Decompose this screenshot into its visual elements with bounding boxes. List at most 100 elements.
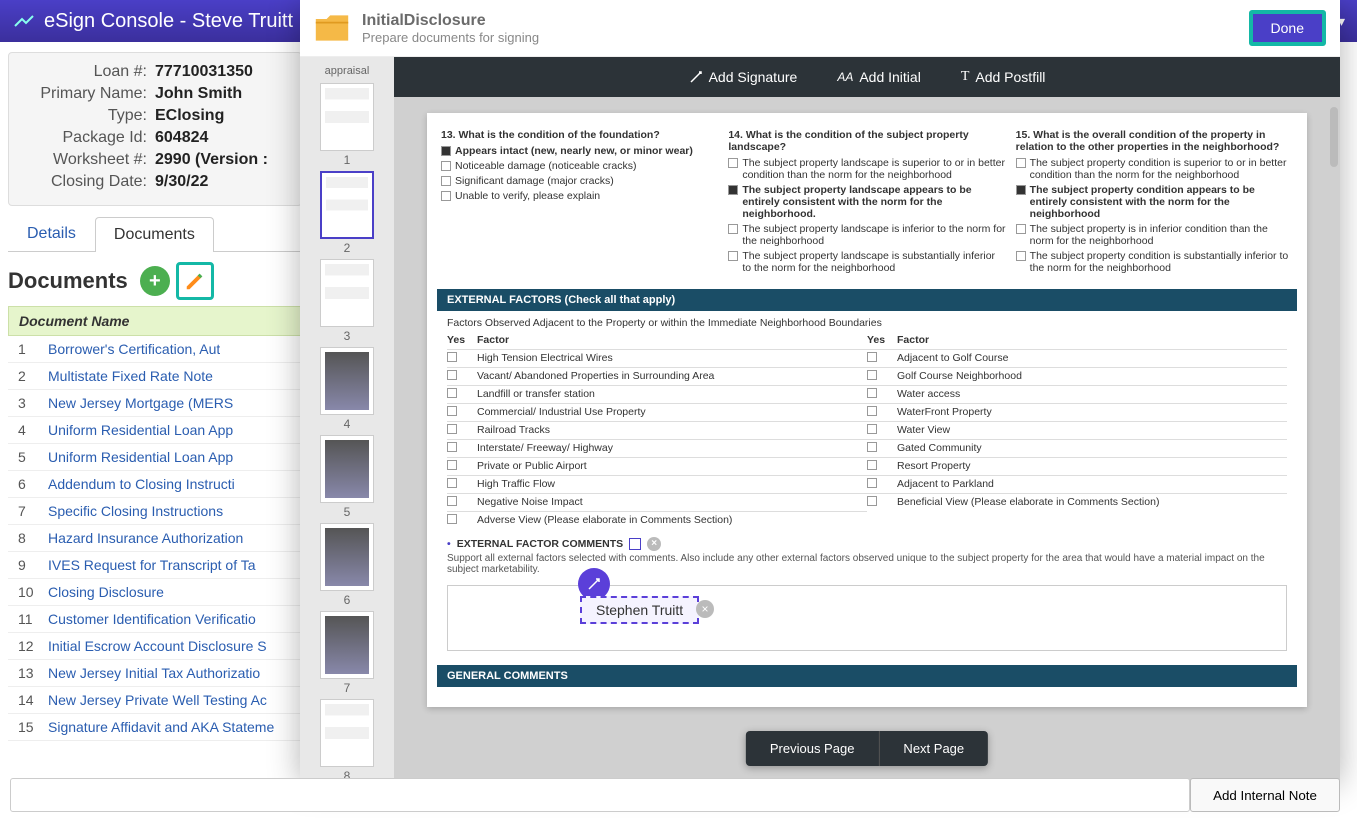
checkbox-icon[interactable] — [447, 478, 457, 488]
next-page-button[interactable]: Next Page — [879, 731, 988, 766]
signature-drop-area[interactable]: Stephen Truitt × — [447, 585, 1287, 651]
document-row[interactable]: 10Closing Disclosure — [8, 579, 302, 606]
checkbox-icon[interactable] — [447, 370, 457, 380]
signature-field[interactable]: Stephen Truitt — [580, 596, 699, 624]
checkbox-icon[interactable] — [867, 370, 877, 380]
question-option[interactable]: Appears intact (new, nearly new, or mino… — [441, 145, 718, 157]
document-link[interactable]: Specific Closing Instructions — [48, 503, 223, 519]
page-thumb[interactable] — [320, 523, 374, 591]
question-option[interactable]: Noticeable damage (noticeable cracks) — [441, 160, 718, 172]
checkbox-icon[interactable] — [867, 406, 877, 416]
document-link[interactable]: Initial Escrow Account Disclosure S — [48, 638, 267, 654]
document-row[interactable]: 8Hazard Insurance Authorization — [8, 525, 302, 552]
document-row[interactable]: 13New Jersey Initial Tax Authorizatio — [8, 660, 302, 687]
checkbox-icon[interactable] — [867, 352, 877, 362]
document-link[interactable]: Closing Disclosure — [48, 584, 164, 600]
checkbox-icon[interactable] — [728, 251, 738, 261]
checkbox-icon[interactable] — [867, 478, 877, 488]
checkbox-icon[interactable] — [447, 352, 457, 362]
document-row[interactable]: 5Uniform Residential Loan App — [8, 444, 302, 471]
document-link[interactable]: Uniform Residential Loan App — [48, 422, 233, 438]
question-option[interactable]: The subject property landscape is inferi… — [728, 223, 1005, 247]
checkbox-icon[interactable] — [728, 185, 738, 195]
checkbox-icon[interactable] — [867, 460, 877, 470]
internal-note-input[interactable] — [10, 778, 1190, 812]
checkbox-icon[interactable] — [728, 224, 738, 234]
document-row[interactable]: 11Customer Identification Verificatio — [8, 606, 302, 633]
checkbox-icon[interactable] — [441, 161, 451, 171]
checkbox-icon[interactable] — [867, 442, 877, 452]
previous-page-button[interactable]: Previous Page — [746, 731, 880, 766]
checkbox-icon[interactable] — [867, 424, 877, 434]
question-option[interactable]: The subject property condition is substa… — [1016, 250, 1293, 274]
comment-field-icon[interactable] — [629, 538, 641, 550]
edit-documents-button[interactable] — [176, 262, 214, 300]
checkbox-icon[interactable] — [728, 158, 738, 168]
document-row[interactable]: 6Addendum to Closing Instructi — [8, 471, 302, 498]
document-link[interactable]: Uniform Residential Loan App — [48, 449, 233, 465]
document-link[interactable]: New Jersey Private Well Testing Ac — [48, 692, 267, 708]
checkbox-icon[interactable] — [1016, 185, 1026, 195]
document-row[interactable]: 2Multistate Fixed Rate Note — [8, 363, 302, 390]
question-option[interactable]: The subject property landscape is substa… — [728, 250, 1005, 274]
scrollbar[interactable] — [1330, 107, 1338, 167]
question-option[interactable]: The subject property landscape appears t… — [728, 184, 1005, 220]
checkbox-icon[interactable] — [867, 496, 877, 506]
checkbox-icon[interactable] — [1016, 224, 1026, 234]
checkbox-icon[interactable] — [447, 496, 457, 506]
question-option[interactable]: The subject property condition is superi… — [1016, 157, 1293, 181]
page-canvas[interactable]: 13. What is the condition of the foundat… — [394, 97, 1340, 780]
page-thumb[interactable] — [320, 435, 374, 503]
checkbox-icon[interactable] — [447, 424, 457, 434]
document-link[interactable]: Customer Identification Verificatio — [48, 611, 256, 627]
document-link[interactable]: IVES Request for Transcript of Ta — [48, 557, 256, 573]
page-thumb[interactable] — [320, 611, 374, 679]
document-row[interactable]: 12Initial Escrow Account Disclosure S — [8, 633, 302, 660]
remove-signature-button[interactable]: × — [696, 600, 714, 618]
page-thumb[interactable] — [320, 347, 374, 415]
document-link[interactable]: Addendum to Closing Instructi — [48, 476, 235, 492]
page-thumb[interactable] — [320, 699, 374, 767]
add-signature-button[interactable]: Add Signature — [689, 69, 798, 85]
question-option[interactable]: The subject property condition appears t… — [1016, 184, 1293, 220]
document-row[interactable]: 15Signature Affidavit and AKA Stateme — [8, 714, 302, 741]
add-postfill-button[interactable]: T Add Postfill — [961, 69, 1046, 85]
page-thumb[interactable] — [320, 259, 374, 327]
question-option[interactable]: The subject property is in inferior cond… — [1016, 223, 1293, 247]
document-link[interactable]: Borrower's Certification, Aut — [48, 341, 220, 357]
document-row[interactable]: 7Specific Closing Instructions — [8, 498, 302, 525]
question-option[interactable]: Unable to verify, please explain — [441, 190, 718, 202]
checkbox-icon[interactable] — [447, 388, 457, 398]
document-link[interactable]: New Jersey Mortgage (MERS — [48, 395, 233, 411]
document-row[interactable]: 9IVES Request for Transcript of Ta — [8, 552, 302, 579]
document-link[interactable]: Multistate Fixed Rate Note — [48, 368, 213, 384]
question-option[interactable]: Significant damage (major cracks) — [441, 175, 718, 187]
document-row[interactable]: 1Borrower's Certification, Aut — [8, 336, 302, 363]
document-link[interactable]: Signature Affidavit and AKA Stateme — [48, 719, 274, 735]
checkbox-icon[interactable] — [1016, 158, 1026, 168]
tab-documents[interactable]: Documents — [95, 217, 214, 252]
page-thumb[interactable] — [320, 83, 374, 151]
done-button[interactable]: Done — [1249, 10, 1326, 46]
checkbox-icon[interactable] — [447, 442, 457, 452]
checkbox-icon[interactable] — [1016, 251, 1026, 261]
add-internal-note-button[interactable]: Add Internal Note — [1190, 778, 1340, 812]
document-row[interactable]: 3New Jersey Mortgage (MERS — [8, 390, 302, 417]
checkbox-icon[interactable] — [447, 460, 457, 470]
tab-details[interactable]: Details — [8, 216, 95, 251]
add-document-button[interactable]: + — [140, 266, 170, 296]
checkbox-icon[interactable] — [441, 146, 451, 156]
remove-field-icon[interactable]: × — [647, 537, 661, 551]
document-link[interactable]: New Jersey Initial Tax Authorizatio — [48, 665, 260, 681]
add-initial-button[interactable]: AA Add Initial — [837, 69, 921, 85]
question-option[interactable]: The subject property landscape is superi… — [728, 157, 1005, 181]
checkbox-icon[interactable] — [441, 191, 451, 201]
document-link[interactable]: Hazard Insurance Authorization — [48, 530, 243, 546]
page-thumb[interactable] — [320, 171, 374, 239]
checkbox-icon[interactable] — [867, 388, 877, 398]
checkbox-icon[interactable] — [447, 406, 457, 416]
checkbox-icon[interactable] — [441, 176, 451, 186]
document-row[interactable]: 4Uniform Residential Loan App — [8, 417, 302, 444]
checkbox-icon[interactable] — [447, 514, 457, 524]
document-row[interactable]: 14New Jersey Private Well Testing Ac — [8, 687, 302, 714]
